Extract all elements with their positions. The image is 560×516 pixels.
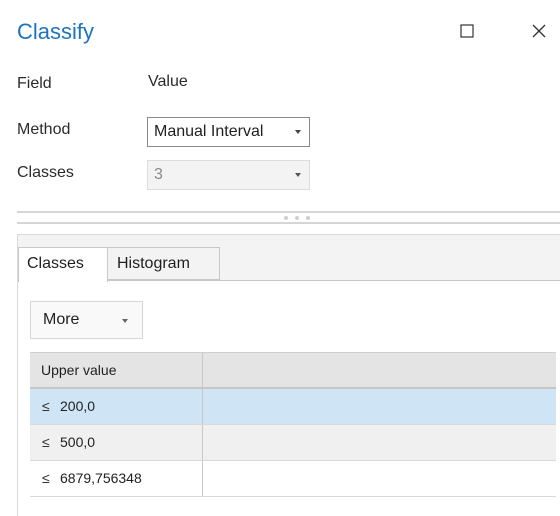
less-equal-symbol: ≤ [42,434,50,450]
table-cell[interactable] [203,461,556,496]
chevron-down-icon [295,130,301,134]
classes-dropdown-value: 3 [154,166,163,183]
tabs-area: Classes Histogram More Upper value ≤200,… [17,234,560,516]
upper-value-cell[interactable]: ≤200,0 [30,389,203,424]
more-button-label: More [43,311,80,328]
splitter-line [17,211,560,213]
table-row[interactable]: ≤500,0 [30,425,556,461]
tab-histogram[interactable]: Histogram [108,247,220,280]
method-dropdown[interactable]: Manual Interval [147,117,310,147]
maximize-button[interactable] [452,16,482,46]
column-header-upper-value[interactable]: Upper value [30,353,203,387]
method-label: Method [17,121,71,138]
upper-value: 6879,756348 [60,470,142,486]
upper-value: 200,0 [60,398,96,414]
table-row[interactable]: ≤6879,756348 [30,461,556,497]
classes-dropdown[interactable]: 3 [147,160,310,190]
method-dropdown-value: Manual Interval [154,123,264,140]
table-header: Upper value [30,352,556,389]
tab-classes[interactable]: Classes [18,247,108,282]
less-equal-symbol: ≤ [42,470,50,486]
more-button[interactable]: More [30,301,143,339]
less-equal-symbol: ≤ [42,398,50,414]
splitter-line [17,222,560,224]
pane-splitter[interactable] [17,209,560,225]
splitter-grip-icon[interactable] [284,215,310,221]
column-header-empty [203,353,556,387]
table-row[interactable]: ≤200,0 [30,389,556,425]
pane-title: Classify [17,19,95,44]
classes-table: Upper value ≤200,0 ≤500,0 ≤6879,756348 [30,352,556,497]
classes-tab-content: More Upper value ≤200,0 ≤500,0 ≤6879,756 [18,280,560,516]
close-button[interactable] [524,16,554,46]
table-cell[interactable] [203,425,556,460]
field-value: Value [148,73,188,90]
field-label: Field [17,75,52,92]
upper-value-cell[interactable]: ≤500,0 [30,425,203,460]
close-icon [532,24,546,38]
table-cell[interactable] [203,389,556,424]
classify-pane: Classify Field Value Method Manual Inter… [0,0,560,516]
upper-value: 500,0 [60,434,96,450]
maximize-icon [460,24,474,38]
chevron-down-icon [122,319,128,323]
upper-value-cell[interactable]: ≤6879,756348 [30,461,203,496]
chevron-down-icon [295,173,301,177]
classes-label: Classes [17,164,74,181]
